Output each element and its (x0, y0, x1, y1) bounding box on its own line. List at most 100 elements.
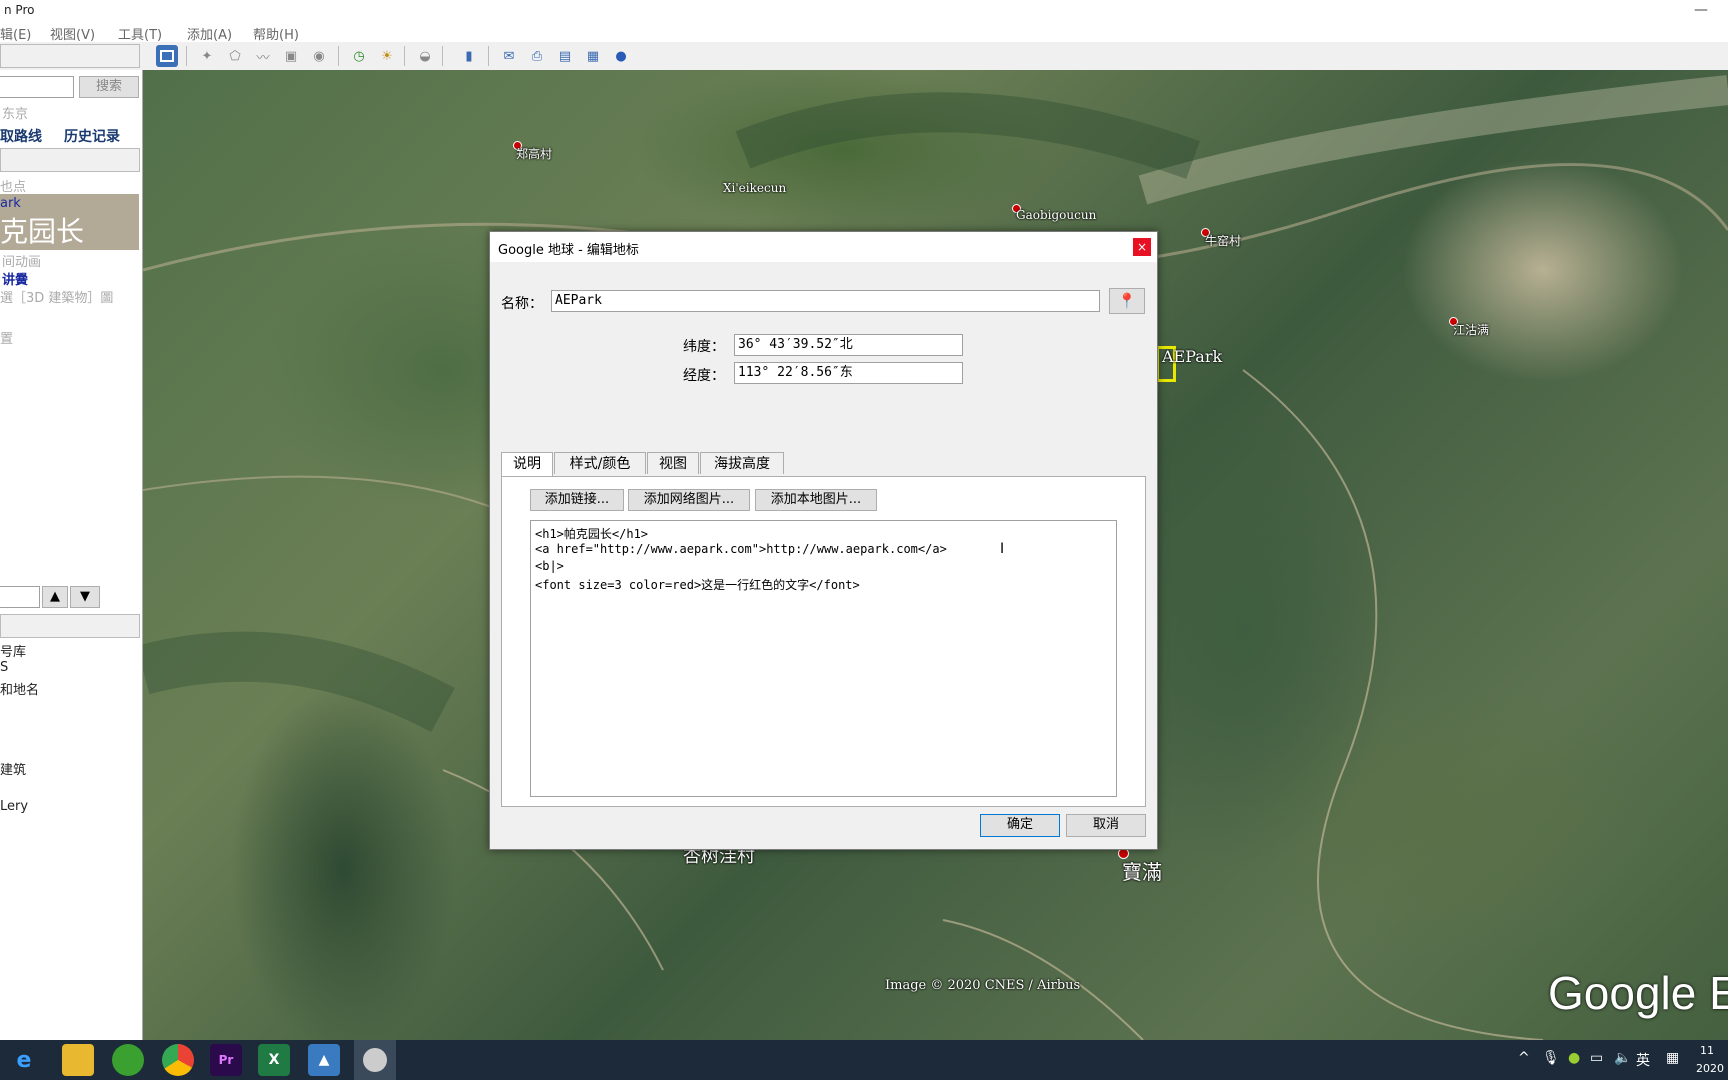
map-label: 寶滿 (1122, 860, 1162, 884)
view-in-maps-icon[interactable]: ▦ (582, 45, 604, 67)
ok-button[interactable]: 确定 (980, 814, 1060, 837)
toolbar-separator (488, 46, 489, 66)
ie-icon[interactable]: e (8, 1044, 40, 1076)
menu-help[interactable]: 帮助(H) (253, 24, 299, 43)
google-earth-taskbar-icon[interactable] (354, 1040, 396, 1080)
browser-360-icon[interactable] (112, 1044, 144, 1076)
earth-globe-icon[interactable]: ● (610, 45, 632, 67)
search-input[interactable] (0, 76, 74, 98)
path-icon[interactable]: 〰 (252, 45, 274, 67)
layers-header-bar (0, 614, 140, 638)
settings-item[interactable]: 置 (0, 328, 13, 347)
clock-time[interactable]: 11 (1700, 1044, 1714, 1057)
search-hint: 东京 (2, 107, 29, 122)
sunlight-icon[interactable]: ☀ (376, 45, 398, 67)
menu-tools[interactable]: 工具(T) (118, 24, 162, 43)
ime-mode-icon[interactable]: ▦ (1666, 1050, 1679, 1066)
excel-icon[interactable]: X (258, 1044, 290, 1076)
record-tour-icon[interactable]: ◉ (308, 45, 330, 67)
move-up-button[interactable]: ▲ (42, 586, 68, 608)
layer-gallery[interactable]: Lery (0, 799, 28, 814)
map-label: Gaobigoucun (1016, 208, 1097, 222)
add-local-image-button[interactable]: 添加本地图片... (755, 489, 877, 511)
toolbar-separator (186, 46, 187, 66)
clock-date[interactable]: 2020 (1696, 1062, 1724, 1075)
tab-altitude[interactable]: 海拔高度 (700, 452, 784, 474)
map-label: 牛窑村 (1205, 234, 1242, 248)
save-image-icon[interactable]: ▤ (554, 45, 576, 67)
tab-history[interactable]: 历史记录 (64, 126, 120, 146)
historical-imagery-icon[interactable]: ◷ (348, 45, 370, 67)
toolbar-separator (442, 46, 443, 66)
placemark-style-icon[interactable]: 📍 (1109, 288, 1145, 314)
microphone-icon[interactable]: 🎙 (1542, 1050, 1560, 1066)
code-line: <a href="http://www.aepark.com">http://w… (535, 542, 947, 556)
menu-view[interactable]: 视图(V) (50, 24, 95, 43)
photos-icon[interactable]: ▲ (308, 1044, 340, 1076)
placemark-icon[interactable]: ✦ (196, 45, 218, 67)
add-web-image-button[interactable]: 添加网络图片... (628, 489, 750, 511)
map-label: Xi'eikecun (723, 181, 787, 195)
move-down-button[interactable]: ▼ (70, 586, 100, 608)
map-label: 郑高村 (516, 147, 553, 161)
polygon-icon[interactable]: ⬠ (224, 45, 246, 67)
file-explorer-icon[interactable] (62, 1044, 94, 1076)
tour-item[interactable]: 间动画 (2, 251, 41, 270)
ruler-icon[interactable]: ▮ (458, 45, 480, 67)
window-title: n Pro (4, 3, 35, 17)
hint-3d-buildings: 選［3D 建築物］圖 (0, 291, 114, 306)
search-button[interactable]: 搜索 (79, 76, 139, 98)
name-field[interactable]: AEPark (551, 290, 1100, 312)
code-line: <b|> (535, 559, 564, 573)
email-icon[interactable]: ✉ (498, 45, 520, 67)
layer-3d-buildings[interactable]: 建筑 (0, 759, 26, 778)
tab-view[interactable]: 视图 (647, 452, 699, 474)
ime-indicator[interactable]: 英 (1636, 1050, 1650, 1070)
close-icon[interactable]: × (1133, 238, 1151, 256)
google-earth-logo: Google E (1548, 967, 1728, 1019)
tray-expand-icon[interactable]: ^ (1518, 1050, 1530, 1066)
tray-app-icon[interactable]: ● (1568, 1050, 1580, 1066)
toolbar-separator (404, 46, 405, 66)
sidebar-toggle-icon[interactable] (156, 45, 178, 67)
order-field[interactable] (0, 586, 40, 608)
longitude-field[interactable]: 113° 22′8.56″东 (734, 362, 963, 384)
toolbar-left-strip (0, 44, 140, 68)
overlay-icon[interactable]: ▣ (280, 45, 302, 67)
cancel-button[interactable]: 取消 (1066, 814, 1146, 837)
tab-get-directions[interactable]: 取路线 (0, 126, 42, 146)
places-header: 也点 (0, 180, 27, 195)
text-cursor-icon: I (1000, 541, 1005, 557)
tab-style-color[interactable]: 样式/颜色 (554, 452, 646, 474)
minimize-icon[interactable]: — (1694, 2, 1708, 18)
premiere-icon[interactable]: Pr (210, 1044, 242, 1076)
add-link-button[interactable]: 添加链接... (530, 489, 624, 511)
latitude-field[interactable]: 36° 43′39.52″北 (734, 334, 963, 356)
code-line: <font size=3 color=red>这是一行红色的文字</font> (535, 578, 860, 592)
menu-add[interactable]: 添加(A) (187, 24, 232, 43)
selected-place-label: ark (0, 196, 21, 211)
link-item[interactable]: 讲黌 (2, 269, 28, 288)
network-icon[interactable]: ▭ (1590, 1050, 1603, 1066)
name-label: 名称： (501, 296, 543, 312)
print-icon[interactable]: ⎙ (526, 45, 548, 67)
menu-bar: 辑(E) 视图(V) 工具(T) 添加(A) 帮助(H) (0, 22, 1728, 43)
menu-edit[interactable]: 辑(E) (0, 24, 31, 43)
tab-strip: 说明 样式/颜色 视图 海拔高度 (501, 452, 1147, 476)
selected-place-item[interactable]: ark 克园长 (0, 194, 139, 250)
edit-placemark-dialog: Google 地球 - 编辑地标 × 名称： AEPark 📍 纬度： 36° … (489, 231, 1158, 850)
chrome-icon[interactable] (162, 1044, 194, 1076)
toolbar: ✦ ⬠ 〰 ▣ ◉ ◷ ☀ ◒ ▮ ✉ ⎙ ▤ ▦ ● (0, 42, 1728, 71)
toolbar-separator (338, 46, 339, 66)
dialog-title: Google 地球 - 编辑地标 (498, 243, 639, 258)
aepark-map-label[interactable]: AEPark (1162, 347, 1222, 366)
layer-borders-labels[interactable]: 和地名 (0, 679, 39, 698)
left-sidebar: 搜索 东京 取路线 历史记录 也点 ark 克园长 间动画 讲黌 選［3D 建築… (0, 70, 143, 1040)
volume-icon[interactable]: 🔈 (1614, 1050, 1631, 1066)
layer-database[interactable]: 号库 (0, 641, 26, 660)
tab-description[interactable]: 说明 (501, 452, 553, 476)
selected-place-description: 克园长 (0, 215, 85, 248)
description-textarea[interactable]: <h1>帕克园长</h1> <a href="http://www.aepark… (530, 520, 1117, 797)
layer-borders[interactable]: S (0, 660, 8, 675)
planets-icon[interactable]: ◒ (414, 45, 436, 67)
